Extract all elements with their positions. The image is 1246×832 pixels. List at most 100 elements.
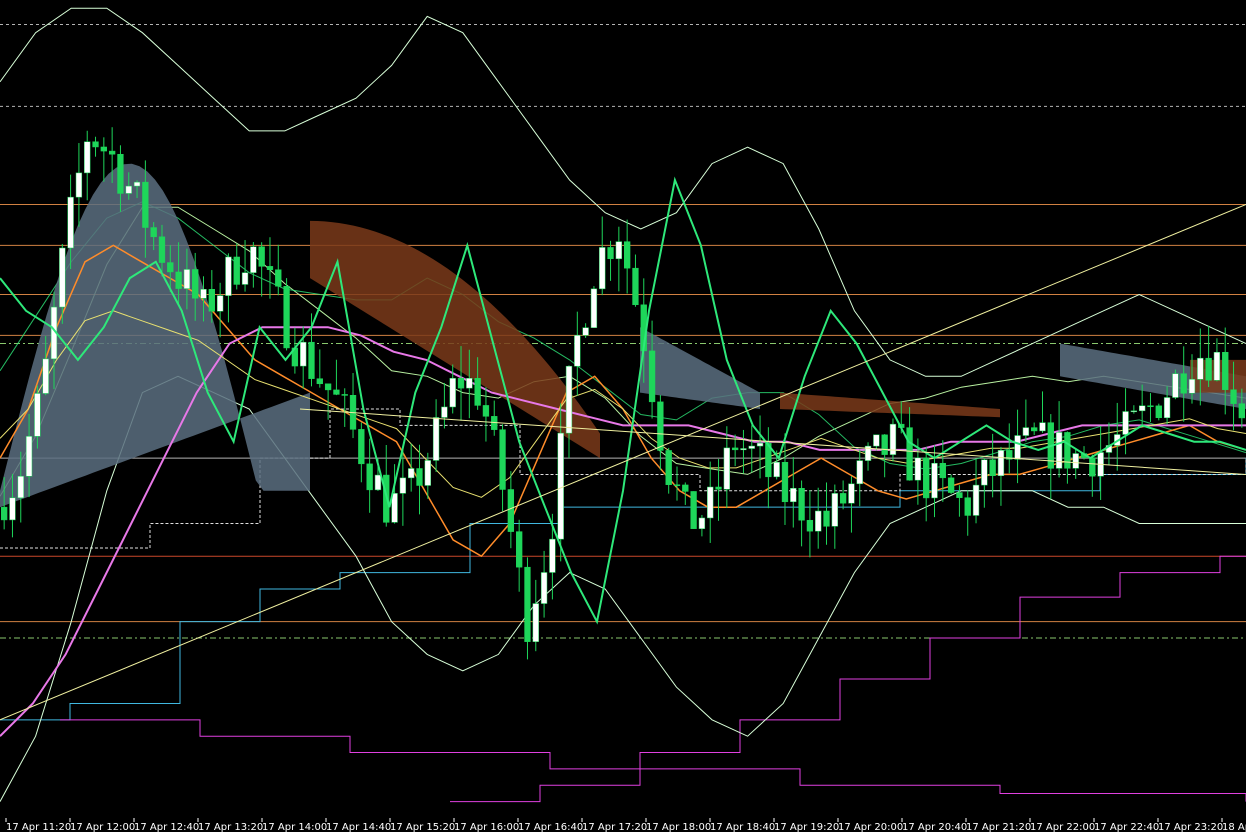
- candle-body-10: [84, 141, 91, 174]
- candle-body-69: [574, 335, 581, 367]
- candle-body-84: [698, 517, 706, 529]
- candle-body-127: [1055, 432, 1063, 469]
- candle-body-11: [92, 141, 99, 148]
- candle-body-140: [1163, 397, 1171, 418]
- candle-body-148: [1230, 389, 1237, 404]
- candle-body-74: [615, 241, 623, 260]
- candle-body-88: [731, 447, 739, 451]
- candle-body-105: [873, 434, 880, 447]
- candle-body-21: [175, 271, 182, 289]
- candle-body-123: [1022, 427, 1030, 436]
- candle-body-60: [499, 429, 506, 490]
- candle-body-141: [1172, 373, 1179, 398]
- candle-body-0: [0, 506, 8, 521]
- candle-body-128: [1064, 432, 1071, 469]
- candle-body-9: [75, 172, 83, 198]
- candle-body-78: [648, 350, 656, 403]
- candle-body-72: [599, 247, 606, 290]
- candle-body-87: [723, 447, 730, 490]
- candle-body-61: [507, 489, 515, 532]
- candle-body-13: [108, 150, 116, 155]
- candle-body-41: [341, 394, 348, 396]
- candle-body-98: [815, 510, 822, 532]
- x-tick-label-18: 17 Apr 23:20: [1158, 822, 1223, 832]
- candle-body-49: [408, 468, 415, 479]
- candle-body-101: [839, 493, 847, 504]
- candle-body-113: [939, 462, 946, 479]
- candle-body-62: [516, 531, 523, 568]
- candle-body-99: [823, 510, 830, 527]
- candle-body-53: [441, 406, 448, 418]
- candle-body-32: [266, 266, 274, 270]
- candle-body-25: [208, 289, 215, 312]
- x-tick-label-4: 17 Apr 14:00: [262, 822, 327, 832]
- candle-body-50: [416, 468, 423, 486]
- candle-body-7: [59, 247, 66, 308]
- candle-body-18: [150, 227, 157, 238]
- candle-body-38: [316, 378, 323, 385]
- candle-body-117: [972, 484, 980, 516]
- candle-body-56: [466, 378, 473, 389]
- candle-body-15: [125, 185, 132, 194]
- candle-body-142: [1180, 373, 1187, 394]
- candle-body-124: [1031, 427, 1038, 432]
- candle-body-28: [233, 256, 240, 285]
- candle-body-85: [707, 486, 714, 519]
- candle-body-8: [67, 196, 74, 249]
- candle-body-86: [715, 486, 722, 490]
- candle-body-58: [482, 405, 490, 417]
- candle-body-2: [17, 476, 24, 499]
- candle-body-14: [117, 153, 124, 194]
- candle-body-103: [856, 460, 863, 485]
- candle-body-24: [200, 289, 207, 299]
- candle-body-44: [366, 463, 373, 491]
- candle-body-120: [997, 450, 1005, 476]
- candle-body-81: [673, 484, 681, 486]
- candle-body-115: [956, 492, 963, 498]
- candle-body-1: [9, 497, 16, 521]
- candle-body-45: [374, 474, 382, 491]
- candle-body-12: [100, 146, 107, 152]
- candle-body-54: [449, 378, 456, 408]
- candle-body-43: [358, 429, 365, 465]
- candle-body-111: [923, 457, 930, 499]
- x-tick-label-6: 17 Apr 15:20: [390, 822, 455, 832]
- candle-body-131: [1089, 457, 1096, 477]
- x-tick-label-0: 17 Apr 11:20: [6, 822, 71, 832]
- candle-body-36: [300, 341, 307, 367]
- candle-body-149: [1238, 403, 1246, 419]
- candle-body-19: [158, 236, 166, 263]
- candle-body-31: [258, 246, 265, 267]
- candle-body-139: [1155, 405, 1162, 418]
- forex-candlestick-chart[interactable]: 17 Apr 11:2017 Apr 12:0017 Apr 12:4017 A…: [0, 0, 1246, 832]
- candle-body-94: [781, 461, 789, 503]
- candle-body-37: [308, 341, 315, 379]
- candle-body-39: [324, 383, 332, 391]
- candle-body-20: [167, 262, 174, 273]
- candle-body-89: [740, 448, 747, 451]
- candle-body-100: [831, 493, 838, 527]
- candle-body-93: [773, 461, 780, 478]
- candle-body-55: [457, 378, 465, 389]
- x-tick-label-11: 17 Apr 18:40: [710, 822, 775, 832]
- candle-body-91: [756, 442, 764, 447]
- candle-body-16: [133, 181, 141, 187]
- candle-body-66: [549, 538, 556, 573]
- candle-body-63: [524, 566, 531, 642]
- candle-body-67: [557, 432, 564, 540]
- candle-body-17: [142, 181, 149, 228]
- candle-body-143: [1188, 379, 1196, 394]
- candle-body-68: [565, 365, 573, 434]
- candle-body-110: [914, 457, 922, 481]
- candle-body-136: [1130, 410, 1138, 413]
- x-tick-label-12: 17 Apr 19:20: [774, 822, 839, 832]
- x-tick-label-15: 17 Apr 21:20: [966, 822, 1031, 832]
- candle-body-135: [1122, 411, 1129, 435]
- candle-body-40: [333, 389, 340, 395]
- candle-body-34: [283, 285, 290, 349]
- candle-body-76: [632, 267, 639, 306]
- candle-body-82: [682, 484, 689, 492]
- x-tick-label-5: 17 Apr 14:40: [326, 822, 391, 832]
- candle-body-27: [225, 256, 232, 296]
- candle-body-145: [1205, 357, 1212, 381]
